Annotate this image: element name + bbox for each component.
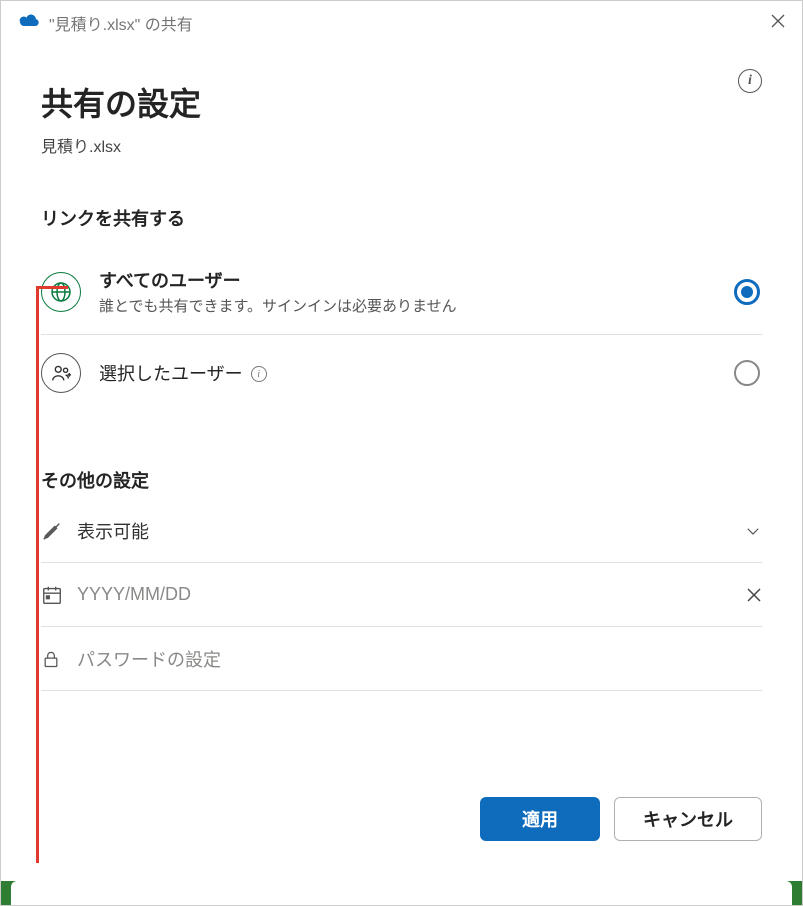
info-icon[interactable]: i [251, 366, 267, 382]
dialog-footer: 適用 キャンセル [480, 797, 762, 841]
titlebar-text: "見積り.xlsx" の共有 [49, 11, 193, 35]
annotation-line [36, 287, 39, 863]
date-placeholder: YYYY/MM/DD [77, 584, 732, 605]
option-all-users[interactable]: すべてのユーザー 誰とでも共有できます。サインインは必要ありません [41, 249, 762, 335]
section-share-link: リンクを共有する [41, 205, 762, 231]
cancel-button[interactable]: キャンセル [614, 797, 762, 841]
permission-select[interactable]: 表示可能 [41, 499, 762, 563]
share-settings-dialog: "見積り.xlsx" の共有 i 共有の設定 見積り.xlsx リンクを共有する… [0, 0, 803, 906]
titlebar: "見積り.xlsx" の共有 [1, 1, 802, 39]
password-input-row[interactable]: パスワードの設定 [41, 627, 762, 691]
option-selected-users[interactable]: 選択したユーザー i [41, 335, 762, 411]
section-other-settings: その他の設定 [41, 467, 762, 493]
radio-selected-icon [734, 279, 760, 305]
apply-button[interactable]: 適用 [480, 797, 600, 841]
calendar-icon [41, 584, 77, 606]
people-icon [41, 353, 81, 393]
no-edit-icon [41, 520, 77, 542]
onedrive-icon [17, 13, 41, 34]
date-input-row[interactable]: YYYY/MM/DD [41, 563, 762, 627]
bottom-bar [1, 881, 802, 905]
lock-icon [41, 648, 77, 670]
globe-icon [41, 272, 81, 312]
option-selected-users-title: 選択したユーザー [99, 360, 243, 386]
info-button[interactable]: i [738, 69, 762, 93]
option-all-users-title: すべてのユーザー [99, 267, 734, 293]
dialog-title: 共有の設定 [41, 79, 762, 125]
radio-unselected-icon [734, 360, 760, 386]
close-button[interactable] [770, 12, 786, 35]
permission-label: 表示可能 [77, 518, 732, 544]
clear-date-button[interactable] [732, 587, 762, 603]
password-placeholder: パスワードの設定 [77, 646, 762, 672]
content-area: i 共有の設定 見積り.xlsx リンクを共有する すべてのユーザー 誰とでも共… [1, 39, 802, 691]
option-all-users-desc: 誰とでも共有できます。サインインは必要ありません [99, 295, 734, 316]
filename-label: 見積り.xlsx [41, 133, 762, 157]
chevron-down-icon [732, 522, 762, 540]
